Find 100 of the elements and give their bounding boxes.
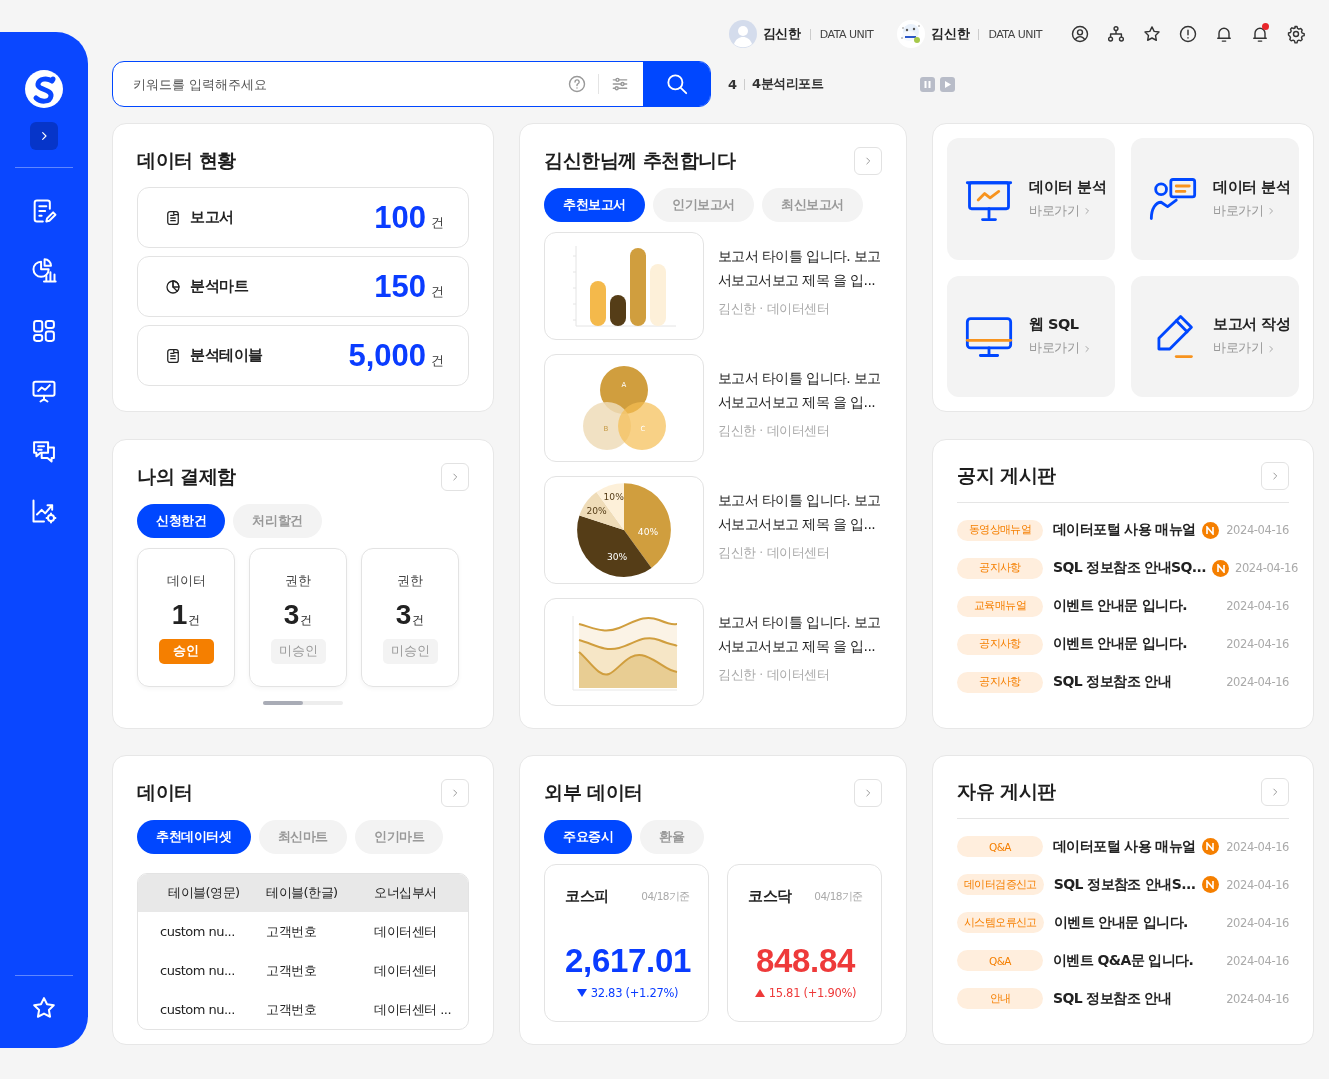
status-row[interactable]: 분석마트 150 건 (137, 256, 469, 317)
post-date: 2024-04-16 (1225, 839, 1289, 854)
unit-label: 건 (188, 611, 201, 629)
tile-title: 웹 SQL (1029, 315, 1080, 335)
play-icon (942, 79, 952, 89)
tab[interactable]: 주요증시 (544, 820, 633, 854)
report-label: 4분석리포트 (752, 75, 824, 93)
search-field[interactable]: 키워드를 입력해주세요 (113, 62, 567, 106)
report-thumbnail[interactable]: 40% 30% 20% 10% (544, 476, 704, 584)
card-title: 공지 게시판 (957, 462, 1056, 488)
post-title[interactable]: 데이터포털 사용 매뉴얼 (1053, 521, 1196, 539)
status-value: 150 (374, 268, 426, 305)
status-label: 보고서 (190, 208, 234, 227)
post-title[interactable]: SQL 정보참조 안내 (1053, 673, 1172, 691)
post-date: 2024-04-16 (1225, 523, 1289, 537)
tab[interactable]: 추천데이터셋 (137, 820, 251, 854)
post-title[interactable]: 이벤트 안내문 입니다. (1053, 597, 1187, 615)
post-date: 2024-04-16 (1225, 599, 1289, 613)
table-cell-text: 고객번호 (265, 961, 317, 980)
approval-item[interactable]: 권한 3건 미승인 (249, 547, 347, 687)
chart-label: 10% (603, 492, 624, 503)
post-date: 2024-04-16 (1225, 675, 1289, 689)
index-change: 32.83 (+1.27%) (590, 986, 679, 1000)
approval-item[interactable]: 권한 3건 미승인 (361, 547, 459, 687)
report-meta: 김신한 · 데이터센터 (718, 301, 831, 318)
column-header: 오너십부서 (373, 884, 438, 902)
index-name: 코스피 (565, 887, 609, 906)
status-badge: 승인 (158, 638, 214, 664)
unit-label: 건 (431, 351, 444, 370)
chart-settings-icon[interactable] (30, 497, 58, 525)
table-cell-text: custom nu... (159, 924, 236, 939)
grid-icon[interactable] (30, 317, 58, 345)
card-title: 김신한님께 추천합니다 (544, 148, 736, 173)
search-button[interactable] (643, 62, 710, 106)
chart-icon[interactable] (30, 257, 58, 285)
search-bar[interactable]: 키워드를 입력해주세요 (112, 61, 711, 107)
report-thumbnail[interactable] (544, 232, 704, 340)
report-thumbnail[interactable] (544, 598, 704, 706)
table-cell-text: 고객번호 (265, 1000, 317, 1019)
user-name: 김신한 (931, 25, 970, 43)
document-icon (164, 208, 182, 227)
pause-icon (922, 79, 932, 89)
index-date: 04/18기준 (814, 889, 863, 904)
category-tag: 공지사항 (957, 633, 1043, 655)
index-value: 2,617.01 (565, 942, 690, 980)
card-title: 데이터 현황 (137, 148, 236, 173)
settings-icon[interactable] (1286, 24, 1306, 44)
index-date: 04/18기준 (641, 889, 690, 904)
category-tag: 데이터검증신고 (957, 874, 1044, 895)
category-tag: 공지사항 (957, 557, 1043, 579)
post-title[interactable]: 이벤트 Q&A문 입니다. (1053, 951, 1194, 970)
tile-title: 데이터 분석 (1213, 177, 1291, 197)
chart-label: 30% (607, 551, 628, 562)
unit-name: DATA UNIT (819, 27, 874, 41)
avatar-icon (728, 20, 757, 48)
column-header: 테이블(영문) (167, 884, 241, 902)
item-count: 3 (283, 598, 300, 631)
star-icon[interactable] (1142, 24, 1162, 44)
status-row[interactable]: 분석테이블 5,000 건 (137, 325, 469, 386)
quick-link-tile[interactable]: 데이터 분석 바로가기 (1131, 138, 1299, 260)
table-cell-text: custom nu... (159, 963, 236, 978)
quick-link-tile[interactable]: 웹 SQL 바로가기 (947, 275, 1115, 397)
user-icon[interactable] (1070, 24, 1090, 44)
quick-link-tile[interactable]: 데이터 분석 바로가기 (947, 138, 1115, 260)
status-badge: 미승인 (382, 638, 438, 664)
report-title[interactable]: 보고서 타이틀 입니다. 보고서보고서보고 제목 을 입... (718, 488, 882, 536)
help-icon[interactable] (567, 74, 587, 94)
category-tag: 교육매뉴얼 (957, 595, 1043, 617)
post-title[interactable]: SQL 정보참조 안내SQ... (1053, 559, 1206, 577)
status-label: 분석테이블 (190, 346, 263, 365)
report-title[interactable]: 보고서 타이틀 입니다. 보고서보고서보고 제목 을 입... (718, 366, 882, 414)
report-title[interactable]: 보고서 타이틀 입니다. 보고서보고서보고 제목 을 입... (718, 610, 882, 658)
report-title[interactable]: 보고서 타이틀 입니다. 보고서보고서보고 제목 을 입... (718, 244, 882, 292)
report-meta: 김신한 · 데이터센터 (718, 545, 831, 562)
pie-chart-icon (164, 277, 182, 296)
post-title[interactable]: SQL 정보참조 안내 (1053, 989, 1172, 1008)
category-tag: 동영상매뉴얼 (957, 519, 1043, 541)
post-title[interactable]: 이벤트 안내문 입니다. (1053, 635, 1187, 653)
approval-item[interactable]: 데이터 1건 승인 (137, 547, 235, 687)
status-value: 100 (374, 199, 426, 236)
item-type: 권한 (285, 572, 311, 590)
post-title[interactable]: 이벤트 안내문 입니다. (1053, 913, 1188, 932)
card-title: 외부 데이터 (544, 780, 643, 805)
org-chart-icon[interactable] (1106, 24, 1126, 44)
post-date: 2024-04-16 (1225, 915, 1289, 930)
post-title[interactable]: SQL 정보참조 안내S... (1053, 875, 1196, 894)
logo-icon[interactable] (25, 70, 63, 108)
card-title: 데이터 (137, 780, 193, 805)
alert-icon[interactable] (1178, 24, 1198, 44)
post-date: 2024-04-16 (1225, 637, 1289, 651)
chart-label: 20% (586, 506, 607, 516)
tab[interactable]: 추천보고서 (544, 188, 645, 222)
post-title[interactable]: 데이터포털 사용 매뉴얼 (1053, 837, 1196, 856)
quick-link-tile[interactable]: 보고서 작성 바로가기 (1131, 275, 1299, 397)
category-tag: 시스템오류신고 (957, 912, 1044, 933)
status-row[interactable]: 보고서 100 건 (137, 187, 469, 248)
tab[interactable]: 신청한건 (137, 503, 226, 538)
table-cell-text: 데이터센터 (373, 961, 438, 980)
report-count: 4 (728, 76, 738, 92)
item-count: 1 (171, 598, 188, 631)
